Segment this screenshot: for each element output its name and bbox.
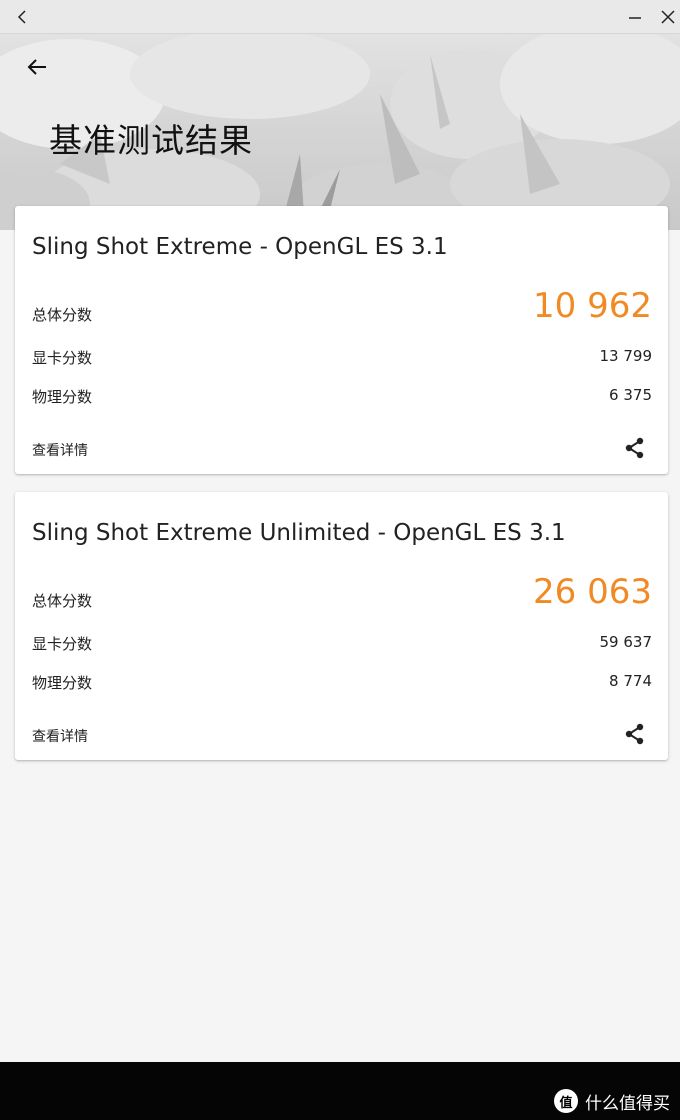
benchmark-title: Sling Shot Extreme - OpenGL ES 3.1 — [32, 234, 448, 260]
window-back-icon[interactable] — [8, 0, 38, 34]
total-score-label: 总体分数 — [32, 592, 93, 610]
back-arrow-icon[interactable] — [22, 52, 52, 82]
physics-score-label: 物理分数 — [32, 674, 93, 692]
total-score-value: 10 962 — [533, 286, 652, 326]
graphics-score-value: 59 637 — [599, 633, 653, 651]
result-card: Sling Shot Extreme - OpenGL ES 3.1 总体分数 … — [15, 206, 668, 474]
window-titlebar — [0, 0, 680, 34]
graphics-score-label: 显卡分数 — [32, 635, 93, 653]
view-details-link[interactable]: 查看详情 — [32, 440, 88, 460]
watermark-text: 什么值得买 — [585, 1093, 670, 1114]
physics-score-value: 8 774 — [609, 672, 652, 690]
watermark: 值 什么值得买 — [554, 1087, 670, 1115]
graphics-score-value: 13 799 — [599, 347, 653, 365]
result-card: Sling Shot Extreme Unlimited - OpenGL ES… — [15, 492, 668, 760]
window-minimize-icon[interactable] — [620, 0, 650, 34]
window-close-icon[interactable] — [653, 0, 680, 34]
watermark-logo: 值 — [554, 1089, 578, 1113]
share-icon[interactable] — [621, 720, 649, 748]
physics-score-value: 6 375 — [609, 386, 652, 404]
view-details-link[interactable]: 查看详情 — [32, 726, 88, 746]
total-score-value: 26 063 — [533, 572, 652, 612]
graphics-score-label: 显卡分数 — [32, 349, 93, 367]
page-title: 基准测试结果 — [49, 121, 253, 160]
share-icon[interactable] — [621, 434, 649, 462]
total-score-label: 总体分数 — [32, 306, 93, 324]
header-banner: 基准测试结果 — [0, 34, 680, 230]
physics-score-label: 物理分数 — [32, 388, 93, 406]
benchmark-title: Sling Shot Extreme Unlimited - OpenGL ES… — [32, 520, 566, 546]
